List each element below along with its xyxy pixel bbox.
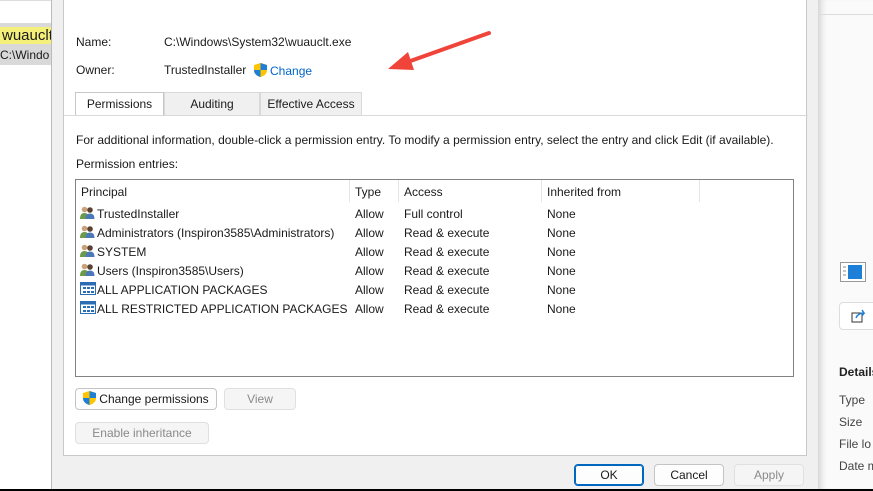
details-field: Type (839, 393, 866, 407)
uac-shield-icon (254, 63, 267, 77)
row-principal: SYSTEM (97, 245, 147, 259)
row-inherited: None (547, 302, 576, 316)
details-heading: Details (839, 365, 873, 379)
package-icon (80, 301, 96, 317)
row-inherited: None (547, 264, 576, 278)
row-type: Allow (355, 283, 384, 297)
red-annotation-arrow-icon (388, 31, 491, 70)
permission-entry-row[interactable]: ALL APPLICATION PACKAGES Allow Read & ex… (76, 280, 793, 299)
row-type: Allow (355, 302, 384, 316)
tab-permissions[interactable]: Permissions (75, 92, 164, 115)
row-access: Read & execute (404, 226, 490, 240)
column-header-inherited[interactable]: Inherited from (547, 185, 621, 199)
tab-bar: Permissions Auditing Effective Access (75, 92, 362, 115)
row-inherited: None (547, 207, 576, 221)
package-icon (80, 282, 96, 298)
users-icon (80, 263, 95, 279)
details-field: Date m (839, 459, 873, 473)
details-field: Size (839, 415, 863, 429)
info-text: For additional information, double-click… (76, 133, 774, 147)
column-header-access[interactable]: Access (404, 185, 443, 199)
row-access: Read & execute (404, 302, 490, 316)
row-type: Allow (355, 264, 384, 278)
row-principal: ALL APPLICATION PACKAGES (97, 283, 268, 297)
background-explorer-window: wuauclt C:\Windo (0, 0, 55, 489)
advanced-security-dialog: Name: C:\Windows\System32\wuauclt.exe Ow… (51, 0, 818, 489)
permission-entries-list[interactable]: Principal Type Access Inherited from Tru… (75, 179, 794, 377)
change-link-label: Change (270, 64, 313, 78)
permission-entry-row[interactable]: Users (Inspiron3585\Users) Allow Read & … (76, 261, 793, 280)
permission-entry-row[interactable]: Administrators (Inspiron3585\Administrat… (76, 223, 793, 242)
background-file-name: wuauclt (0, 27, 55, 44)
tab-effective-access[interactable]: Effective Access (260, 92, 362, 115)
ok-button[interactable]: OK (574, 464, 644, 486)
row-access: Full control (404, 207, 463, 221)
users-icon (80, 244, 95, 260)
row-inherited: None (547, 283, 576, 297)
enable-inheritance-button[interactable]: Enable inheritance (75, 422, 209, 444)
share-button[interactable] (839, 302, 873, 330)
list-header: Principal Type Access Inherited from (76, 180, 793, 202)
file-preview-icon (840, 262, 866, 282)
view-button[interactable]: View (224, 388, 296, 410)
permission-entry-row[interactable]: ALL RESTRICTED APPLICATION PACKAGES Allo… (76, 299, 793, 318)
row-principal: Administrators (Inspiron3585\Administrat… (97, 226, 335, 240)
users-icon (80, 225, 95, 241)
users-icon (80, 206, 95, 222)
dialog-content-panel: Name: C:\Windows\System32\wuauclt.exe Ow… (63, 0, 808, 456)
row-access: Read & execute (404, 283, 490, 297)
tab-auditing[interactable]: Auditing (164, 92, 260, 115)
apply-button[interactable]: Apply (734, 464, 804, 486)
permission-entry-row[interactable]: SYSTEM Allow Read & execute None (76, 242, 793, 261)
row-type: Allow (355, 226, 384, 240)
permission-entry-row[interactable]: TrustedInstaller Allow Full control None (76, 204, 793, 223)
row-type: Allow (355, 207, 384, 221)
row-principal: Users (Inspiron3585\Users) (97, 264, 244, 278)
details-pane: Details Type Size File lo Date m (818, 0, 873, 489)
row-access: Read & execute (404, 264, 490, 278)
change-permissions-label: Change permissions (99, 392, 209, 406)
uac-shield-icon (83, 391, 97, 405)
change-permissions-button[interactable]: Change permissions (75, 388, 217, 410)
cancel-button[interactable]: Cancel (654, 464, 724, 486)
row-principal: TrustedInstaller (97, 207, 180, 221)
column-header-principal[interactable]: Principal (81, 185, 127, 199)
row-principal: ALL RESTRICTED APPLICATION PACKAGES (97, 302, 348, 316)
name-value[interactable]: C:\Windows\System32\wuauclt.exe (164, 35, 351, 49)
entries-label: Permission entries: (76, 157, 179, 171)
row-inherited: None (547, 245, 576, 259)
row-inherited: None (547, 226, 576, 240)
name-label: Name: (76, 35, 112, 49)
change-owner-link[interactable]: Change (254, 63, 312, 78)
details-field: File lo (839, 437, 872, 451)
owner-label: Owner: (76, 63, 115, 77)
owner-value: TrustedInstaller (164, 63, 247, 77)
row-type: Allow (355, 245, 384, 259)
column-header-type[interactable]: Type (355, 185, 381, 199)
share-icon (851, 309, 866, 323)
background-file-path: C:\Windo (0, 48, 50, 62)
row-access: Read & execute (404, 245, 490, 259)
